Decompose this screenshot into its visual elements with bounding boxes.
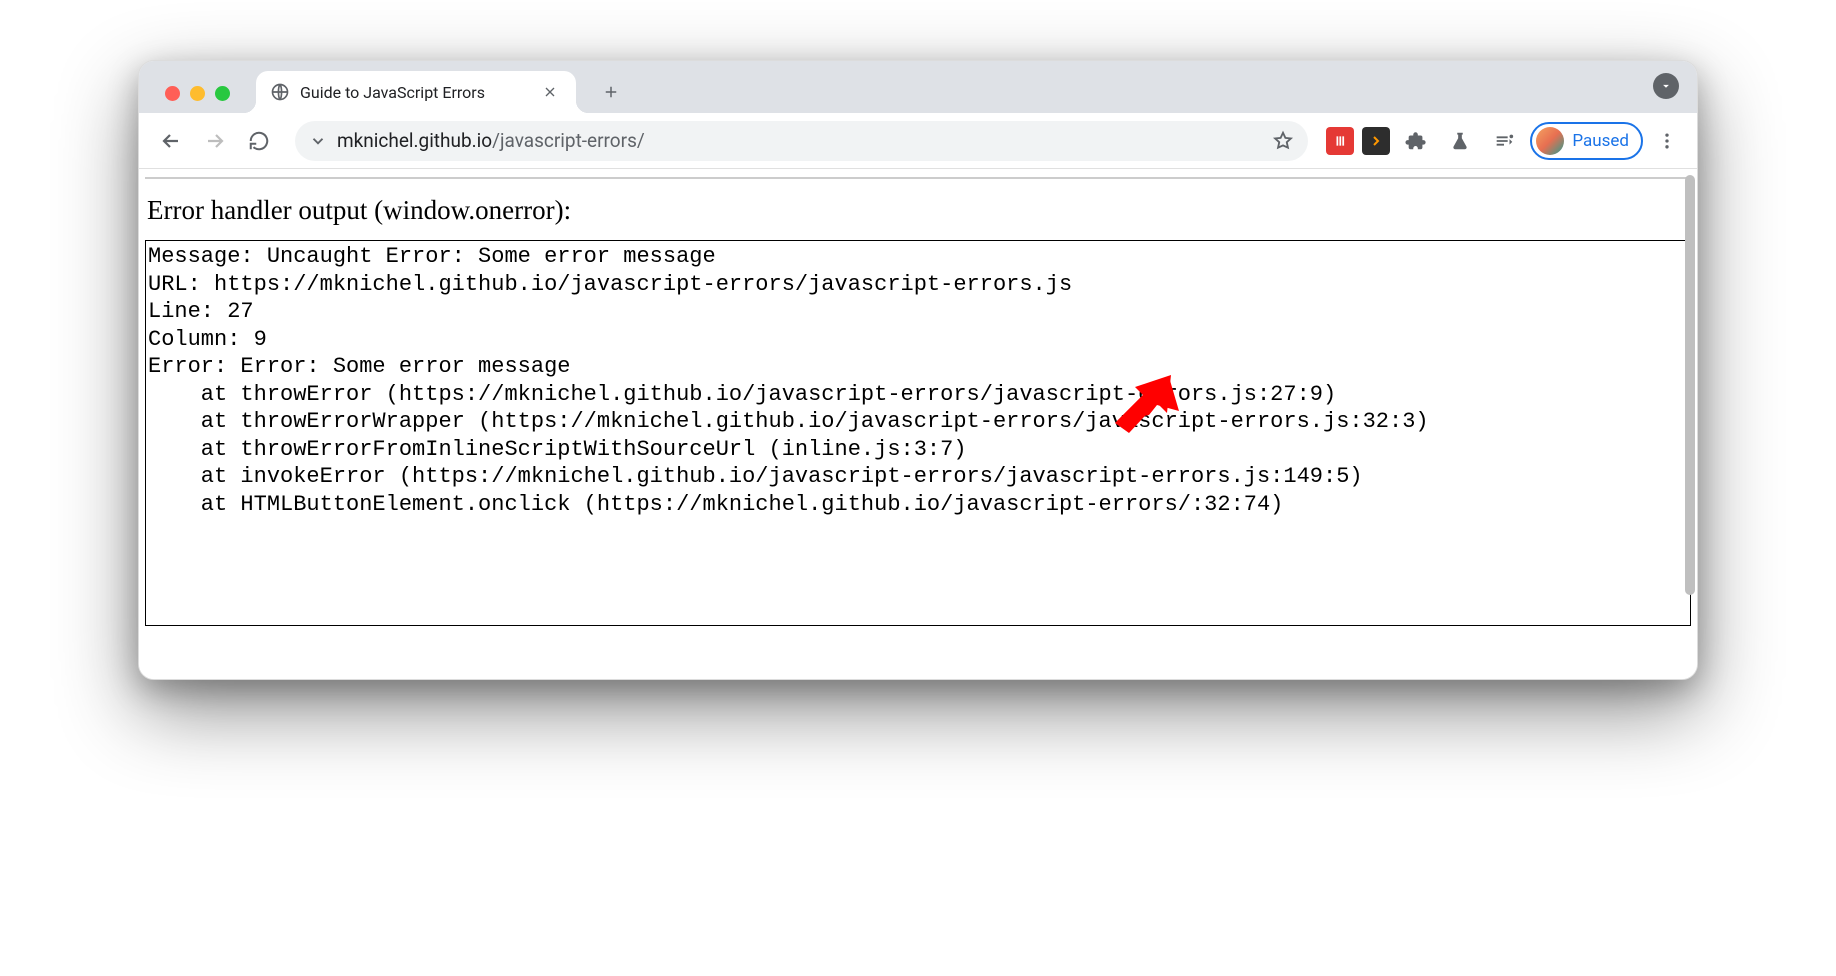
url-domain: mknichel.github.io bbox=[337, 129, 492, 152]
tab-strip: Guide to JavaScript Errors bbox=[139, 61, 1697, 113]
page-viewport: Error handler output (window.onerror): M… bbox=[139, 169, 1697, 679]
tabstrip-overflow[interactable] bbox=[1653, 73, 1679, 99]
page-content: Error handler output (window.onerror): M… bbox=[145, 177, 1691, 626]
tab-title: Guide to JavaScript Errors bbox=[300, 83, 538, 102]
close-tab-button[interactable] bbox=[538, 82, 562, 102]
error-output-box: Message: Uncaught Error: Some error mess… bbox=[145, 240, 1691, 626]
globe-icon bbox=[270, 82, 290, 102]
extensions-puzzle-icon[interactable] bbox=[1398, 123, 1434, 159]
maximize-window-button[interactable] bbox=[215, 86, 230, 101]
media-control-icon[interactable] bbox=[1486, 123, 1522, 159]
site-info-button[interactable] bbox=[309, 132, 327, 150]
labs-flask-icon[interactable] bbox=[1442, 123, 1478, 159]
extension-icon-2[interactable] bbox=[1362, 127, 1390, 155]
back-button[interactable] bbox=[153, 123, 189, 159]
section-heading: Error handler output (window.onerror): bbox=[145, 179, 1691, 240]
address-bar[interactable]: mknichel.github.io/javascript-errors/ bbox=[295, 121, 1308, 161]
avatar bbox=[1536, 127, 1564, 155]
output-text: Message: Uncaught Error: Some error mess… bbox=[148, 244, 1429, 517]
scrollbar[interactable] bbox=[1685, 175, 1695, 595]
bookmark-star-icon[interactable] bbox=[1272, 130, 1294, 152]
minimize-window-button[interactable] bbox=[190, 86, 205, 101]
reload-button[interactable] bbox=[241, 123, 277, 159]
profile-status: Paused bbox=[1572, 131, 1629, 151]
window-controls bbox=[159, 86, 238, 113]
extension-icon-1[interactable] bbox=[1326, 127, 1354, 155]
close-window-button[interactable] bbox=[165, 86, 180, 101]
browser-window: Guide to JavaScript Errors bbox=[138, 60, 1698, 680]
url-path: /javascript-errors/ bbox=[492, 129, 645, 152]
chrome-menu-button[interactable] bbox=[1651, 131, 1683, 151]
new-tab-button[interactable] bbox=[594, 75, 628, 109]
toolbar: mknichel.github.io/javascript-errors/ Pa… bbox=[139, 113, 1697, 169]
profile-button[interactable]: Paused bbox=[1530, 122, 1643, 160]
forward-button[interactable] bbox=[197, 123, 233, 159]
chevron-down-icon bbox=[1653, 73, 1679, 99]
browser-tab[interactable]: Guide to JavaScript Errors bbox=[256, 71, 576, 113]
url-text: mknichel.github.io/javascript-errors/ bbox=[337, 129, 1262, 152]
